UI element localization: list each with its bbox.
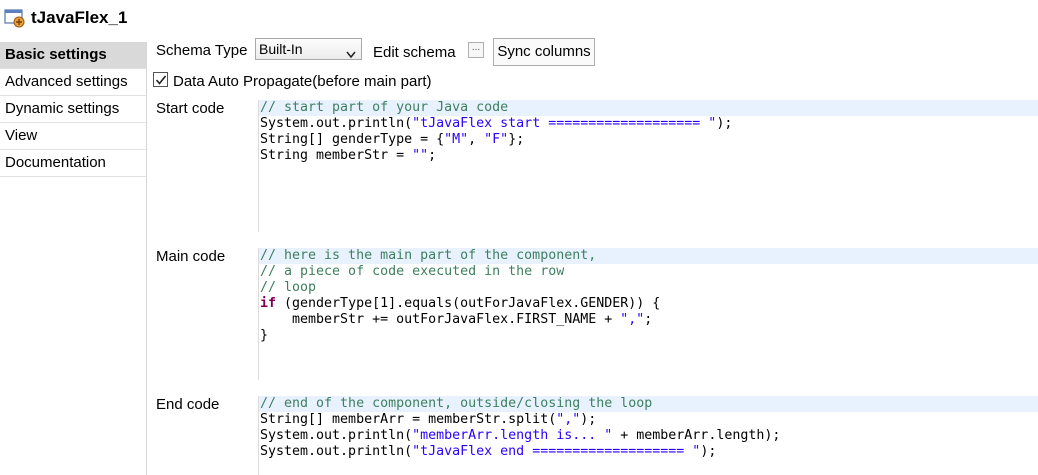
code-line: System.out.println("memberArr.length is.… [260,428,781,443]
sidebar-item-dynamic-settings[interactable]: Dynamic settings [0,96,146,123]
schema-type-select[interactable]: Built-In [255,38,362,60]
schema-type-value: Built-In [259,41,303,57]
chevron-down-icon [346,44,356,59]
sidebar-item-basic-settings[interactable]: Basic settings [0,42,146,69]
code-line: // start part of your Java code [259,100,1038,116]
code-line: memberStr += outForJavaFlex.FIRST_NAME +… [260,312,653,327]
code-line: // end of the component, outside/closing… [259,396,1038,412]
sidebar-item-advanced-settings[interactable]: Advanced settings [0,69,146,96]
java-component-icon [4,7,26,29]
start-code-label: Start code [156,100,225,117]
end-code-label: End code [156,396,220,413]
main-code-label: Main code [156,248,226,265]
code-line: // here is the main part of the componen… [259,248,1038,264]
schema-type-label: Schema Type [156,42,248,59]
code-line: } [260,328,269,343]
data-auto-propagate-label: Data Auto Propagate(before main part) [173,73,432,90]
view-title-bar: tJavaFlex_1 [0,0,1038,36]
end-code-editor[interactable]: // end of the component, outside/closing… [258,396,1038,475]
code-line: System.out.println("tJavaFlex end ======… [260,444,717,459]
edit-schema-label: Edit schema [373,44,456,61]
settings-sidebar: Basic settings Advanced settings Dynamic… [0,42,147,475]
code-line: String memberStr = ""; [260,148,437,163]
code-line: // loop [260,280,317,295]
code-line: // a piece of code executed in the row [260,264,565,279]
sync-columns-button[interactable]: Sync columns [493,38,595,66]
code-line: String[] memberArr = memberStr.split(","… [260,412,597,427]
sidebar-item-documentation[interactable]: Documentation [0,150,146,177]
main-code-editor[interactable]: // here is the main part of the componen… [258,248,1038,380]
code-line: String[] genderType = {"M", "F"}; [260,132,525,147]
basic-settings-panel: Schema Type Built-In Edit schema ... Syn… [147,36,1038,475]
edit-schema-button[interactable]: ... [468,42,484,58]
checkmark-icon [155,75,167,85]
code-line: if (genderType[1].equals(outForJavaFlex.… [260,296,661,311]
code-line: System.out.println("tJavaFlex start ====… [260,116,733,131]
sidebar-item-view[interactable]: View [0,123,146,150]
data-auto-propagate-checkbox[interactable] [153,72,168,87]
view-title: tJavaFlex_1 [31,8,128,27]
start-code-editor[interactable]: // start part of your Java code System.o… [258,100,1038,232]
